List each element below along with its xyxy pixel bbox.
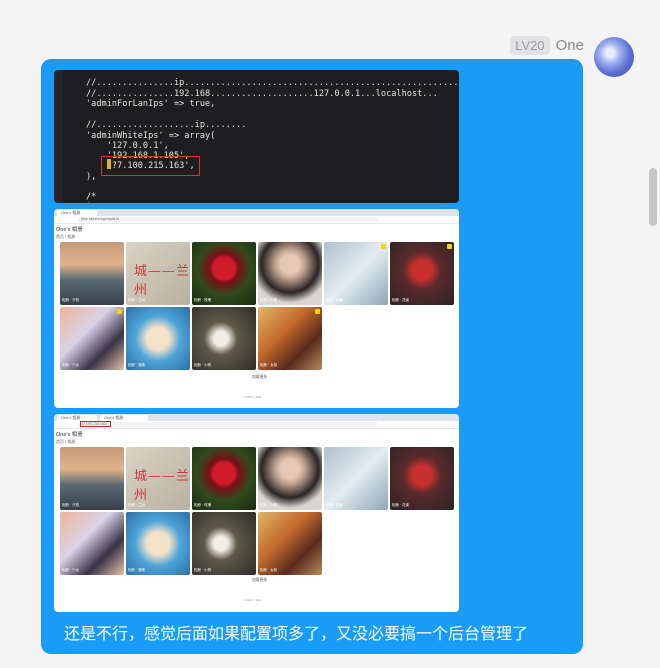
photo-tile: 相册 · 玫瑰 (192, 242, 256, 305)
code-line: /* (86, 192, 97, 202)
user-name[interactable]: One (556, 37, 584, 54)
photo-tile: 相册 · 人像 (258, 447, 322, 510)
code-line: 'adminWhiteIps' => array( (86, 131, 216, 141)
browser-tabbar: One's 相册 (54, 209, 459, 216)
photo-tile: 相册 · 少女 (60, 512, 124, 575)
photo-tile: 相册 · 猫咪 (126, 512, 190, 575)
photo-tile: 相册 · 小狗 (192, 307, 256, 370)
page-footer: ©2023 · Wiki (244, 598, 262, 602)
photo-tile: 相册 · 夕阳 (60, 242, 124, 305)
url-field: jfthe.hsinfra.top/mp/ai.ts (78, 217, 378, 222)
url-highlight: 47.100.215.163/... (80, 421, 111, 427)
code-line: //...............ip.....................… (86, 78, 459, 88)
breadcrumb: 首页 / 相册 (56, 439, 76, 444)
load-more: 加载更多 (252, 375, 268, 379)
code-line: 'adminForLanIps' => true, (86, 99, 216, 109)
photo-grid: 相册 · 夕阳 城——兰州 相册 · 兰州 相册 · 玫瑰 相册 · 人像 相册 … (60, 242, 454, 370)
level-badge: LV20 (510, 36, 550, 55)
browser-addressbar: 47.100.215.163/... (54, 421, 459, 429)
code-line: //...............192.168................… (86, 89, 438, 99)
browser-addressbar: jfthe.hsinfra.top/mp/ai.ts (54, 216, 459, 224)
highlight-box (101, 156, 200, 176)
message-text: 还是不行，感觉后面如果配置项多了，又没必要搞一个后台管理了 (64, 626, 529, 643)
photo-tile: 相册 · 女孩 (258, 512, 322, 575)
photo-grid: 相册 · 夕阳 城——兰州 相册 · 兰州 相册 · 玫瑰 相册 · 人像 相册 … (60, 447, 454, 575)
code-gutter (54, 70, 63, 203)
text-cursor (107, 159, 111, 169)
code-line: //...................ip........ (86, 120, 247, 130)
photo-tile: 城——兰州 相册 · 兰州 (126, 242, 190, 305)
url-field: 47.100.215.163/... (78, 421, 378, 427)
photo-tile: 相册 · 猫咪 (126, 307, 190, 370)
photo-tile: 相册 · 女孩 (258, 307, 322, 370)
photo-tile: 相册 · 少女 (60, 307, 124, 370)
load-more: 加载更多 (252, 578, 268, 582)
code-screenshot[interactable]: //...............ip.....................… (54, 70, 459, 203)
photo-tile: 相册 · 插画 (324, 447, 388, 510)
breadcrumb: 首页 / 相册 (56, 234, 76, 239)
scrollbar[interactable] (649, 168, 657, 226)
photo-tile: 相册 · 小狗 (192, 512, 256, 575)
photo-tile: 相册 · 夕阳 (60, 447, 124, 510)
photo-tile: 相册 · 玫瑰 (192, 447, 256, 510)
page-title: One's 相册 (56, 432, 83, 438)
code-line: ), (86, 172, 97, 182)
browser-tabbar: One's 相册 One's 相册 (54, 414, 459, 421)
screenshot-gallery-1[interactable]: One's 相册 jfthe.hsinfra.top/mp/ai.ts One'… (54, 209, 459, 408)
photo-tile: 城——兰州 相册 · 兰州 (126, 447, 190, 510)
code-line: '127.0.0.1', (86, 141, 169, 151)
page-title: One's 相册 (56, 227, 83, 233)
photo-tile: 相册 · 花束 (390, 447, 454, 510)
photo-tile: 相册 · 插画 (324, 242, 388, 305)
user-header: LV20 One (510, 36, 584, 55)
avatar[interactable] (594, 37, 634, 77)
photo-tile: 相册 · 人像 (258, 242, 322, 305)
screenshot-gallery-2[interactable]: One's 相册 One's 相册 47.100.215.163/... One… (54, 414, 459, 612)
photo-tile: 相册 · 花束 (390, 242, 454, 305)
page-footer: ©2023 · Wiki (244, 395, 262, 399)
code-line: * (86, 202, 91, 203)
